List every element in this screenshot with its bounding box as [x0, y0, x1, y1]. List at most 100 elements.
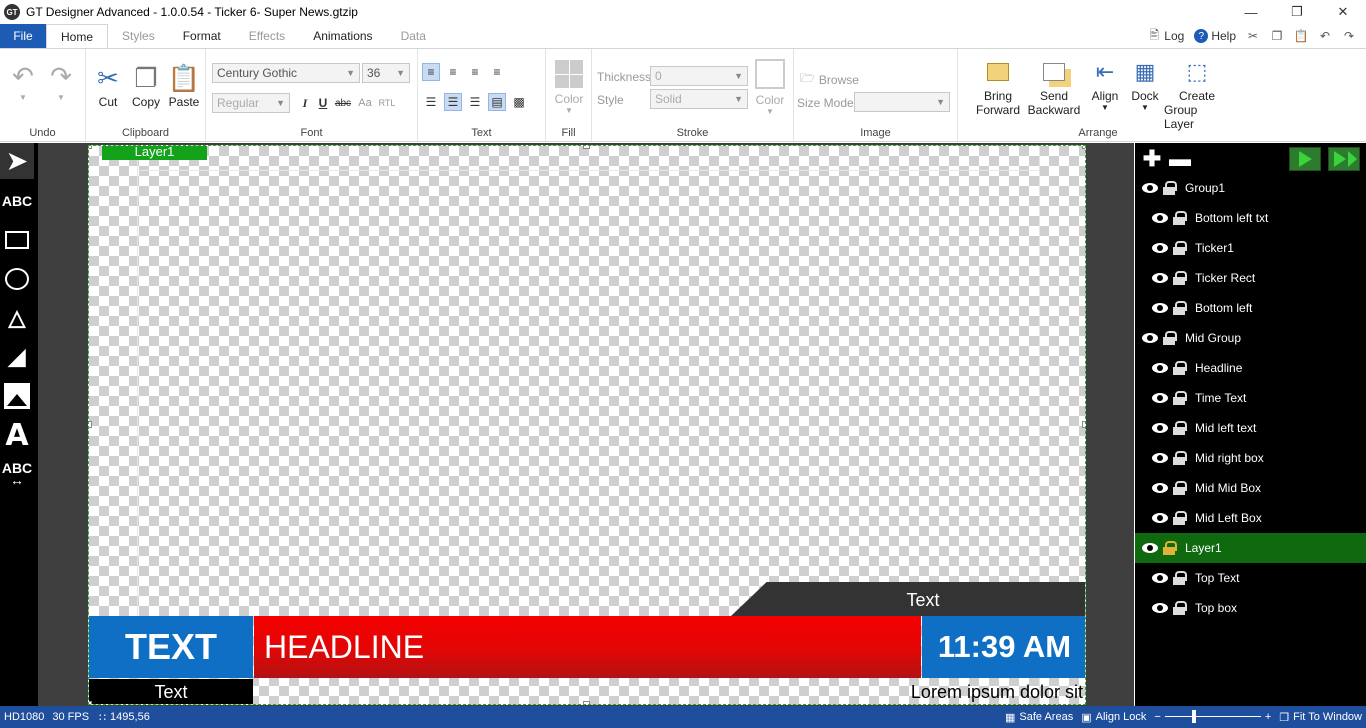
- visibility-eye-icon[interactable]: [1151, 272, 1169, 284]
- font-style-select[interactable]: Regular ▼: [212, 93, 290, 113]
- visibility-eye-icon[interactable]: [1151, 392, 1169, 404]
- copy-button[interactable]: ❐ Copy: [128, 61, 164, 110]
- add-layer-button[interactable]: ✚: [1139, 146, 1165, 171]
- cut-small-icon[interactable]: ✂: [1246, 29, 1260, 43]
- visibility-eye-icon[interactable]: [1151, 452, 1169, 464]
- lock-icon[interactable]: [1173, 271, 1187, 285]
- layer-item-mid-mid-box[interactable]: Mid Mid Box: [1135, 473, 1366, 503]
- undo-small-icon[interactable]: ↶: [1318, 29, 1332, 43]
- help-button[interactable]: ? Help: [1194, 29, 1236, 43]
- visibility-eye-icon[interactable]: [1151, 482, 1169, 494]
- dock-button[interactable]: ▦ Dock ▼: [1126, 55, 1164, 112]
- lock-icon[interactable]: [1173, 511, 1187, 525]
- stretch-text-tool[interactable]: ABC ↔: [0, 456, 34, 492]
- align-center-button[interactable]: ≡: [444, 63, 462, 81]
- bottom-left-box[interactable]: Text: [89, 679, 253, 704]
- ticker-text[interactable]: Lorem ipsum dolor sit: [911, 682, 1083, 703]
- resize-handle-tr[interactable]: [1082, 146, 1085, 149]
- visibility-eye-icon[interactable]: [1151, 212, 1169, 224]
- size-mode-select[interactable]: ▼: [854, 92, 950, 112]
- italic-button[interactable]: I: [296, 94, 314, 112]
- safe-areas-toggle[interactable]: ▦ Safe Areas: [1005, 706, 1073, 728]
- log-button[interactable]: 🖹 Log: [1147, 28, 1184, 44]
- lock-icon[interactable]: [1163, 541, 1177, 555]
- resize-handle-tl[interactable]: [89, 146, 92, 149]
- top-text[interactable]: Text: [879, 590, 967, 611]
- resize-handle-mr[interactable]: [1082, 421, 1085, 428]
- visibility-eye-icon[interactable]: [1151, 572, 1169, 584]
- layer-item-headline[interactable]: Headline: [1135, 353, 1366, 383]
- layer-item-mid-left-box[interactable]: Mid Left Box: [1135, 503, 1366, 533]
- bring-forward-button[interactable]: Bring Forward: [966, 55, 1030, 117]
- cut-button[interactable]: ✂ Cut: [92, 61, 124, 110]
- lock-icon[interactable]: [1173, 361, 1187, 375]
- layer-item-layer1[interactable]: Layer1: [1135, 533, 1366, 563]
- undo-button[interactable]: ↶ ▼: [6, 59, 40, 103]
- resize-handle-ml[interactable]: [89, 421, 92, 428]
- align-lock-toggle[interactable]: ▣ Align Lock: [1081, 706, 1146, 728]
- close-button[interactable]: ✕: [1320, 0, 1366, 24]
- tab-home[interactable]: Home: [46, 24, 109, 48]
- tab-styles[interactable]: Styles: [108, 24, 169, 48]
- lock-icon[interactable]: [1163, 181, 1177, 195]
- visibility-eye-icon[interactable]: [1151, 302, 1169, 314]
- browse-button[interactable]: 🗁 Browse: [800, 69, 859, 90]
- image-tool[interactable]: [0, 378, 34, 414]
- play-button[interactable]: [1289, 147, 1321, 171]
- redo-button[interactable]: ↷ ▼: [44, 59, 78, 103]
- layer-item-ticker-rect[interactable]: Ticker Rect: [1135, 263, 1366, 293]
- lock-icon[interactable]: [1173, 601, 1187, 615]
- change-case-button[interactable]: Aa: [356, 94, 374, 112]
- visibility-eye-icon[interactable]: [1141, 542, 1159, 554]
- font-size-select[interactable]: 36 ▼: [362, 63, 410, 83]
- visibility-eye-icon[interactable]: [1141, 182, 1159, 194]
- rtl-button[interactable]: RTL: [378, 94, 396, 112]
- text-effect-tool[interactable]: A: [0, 417, 34, 453]
- visibility-eye-icon[interactable]: [1151, 242, 1169, 254]
- copy-small-icon[interactable]: ❐: [1270, 29, 1284, 43]
- redo-small-icon[interactable]: ↷: [1342, 29, 1356, 43]
- underline-button[interactable]: U: [314, 94, 332, 112]
- tab-effects[interactable]: Effects: [235, 24, 299, 48]
- font-family-select[interactable]: Century Gothic ▼: [212, 63, 360, 83]
- mid-left-box[interactable]: TEXT: [89, 616, 253, 678]
- layer-item-group1[interactable]: Group1: [1135, 173, 1366, 203]
- create-group-layer-button[interactable]: ⬚ Create Group Layer: [1164, 55, 1230, 131]
- layer-item-bottom-left[interactable]: Bottom left: [1135, 293, 1366, 323]
- lock-icon[interactable]: [1173, 391, 1187, 405]
- lock-icon[interactable]: [1173, 421, 1187, 435]
- fit-to-window-button[interactable]: ❒ Fit To Window: [1279, 706, 1362, 728]
- layer-tag[interactable]: Layer1: [102, 146, 207, 160]
- stroke-color-button[interactable]: Color ▼: [752, 57, 788, 116]
- lock-icon[interactable]: [1173, 241, 1187, 255]
- text-tool[interactable]: ABC: [0, 183, 34, 219]
- headline-box[interactable]: HEADLINE: [254, 616, 921, 678]
- align-right-button[interactable]: ≡: [466, 63, 484, 81]
- ellipse-tool[interactable]: [0, 261, 34, 297]
- thickness-select[interactable]: 0 ▼: [650, 66, 748, 86]
- zoom-in-button[interactable]: +: [1265, 706, 1271, 728]
- paste-button[interactable]: 📋 Paste: [166, 61, 202, 110]
- layer-item-time-text[interactable]: Time Text: [1135, 383, 1366, 413]
- valign-top-button[interactable]: ☰: [422, 93, 440, 111]
- visibility-eye-icon[interactable]: [1151, 602, 1169, 614]
- triangle-tool[interactable]: △: [0, 300, 34, 336]
- layer-item-top-text[interactable]: Top Text: [1135, 563, 1366, 593]
- right-triangle-tool[interactable]: ◢: [0, 339, 34, 375]
- lock-icon[interactable]: [1173, 301, 1187, 315]
- visibility-eye-icon[interactable]: [1151, 362, 1169, 374]
- autofit-button[interactable]: ▩: [510, 93, 528, 111]
- valign-bottom-button[interactable]: ☰: [466, 93, 484, 111]
- layer-item-top-box[interactable]: Top box: [1135, 593, 1366, 623]
- lock-icon[interactable]: [1173, 211, 1187, 225]
- align-button[interactable]: ⇤ Align ▼: [1086, 55, 1124, 112]
- valign-middle-button[interactable]: ☰: [444, 93, 462, 111]
- layer-item-mid-left-text[interactable]: Mid left text: [1135, 413, 1366, 443]
- lock-icon[interactable]: [1173, 571, 1187, 585]
- zoom-slider[interactable]: [1164, 706, 1261, 728]
- tab-format[interactable]: Format: [169, 24, 235, 48]
- lock-icon[interactable]: [1173, 481, 1187, 495]
- text-wrap-button[interactable]: ▤: [488, 93, 506, 111]
- visibility-eye-icon[interactable]: [1151, 422, 1169, 434]
- send-backward-button[interactable]: Send Backward: [1022, 55, 1086, 117]
